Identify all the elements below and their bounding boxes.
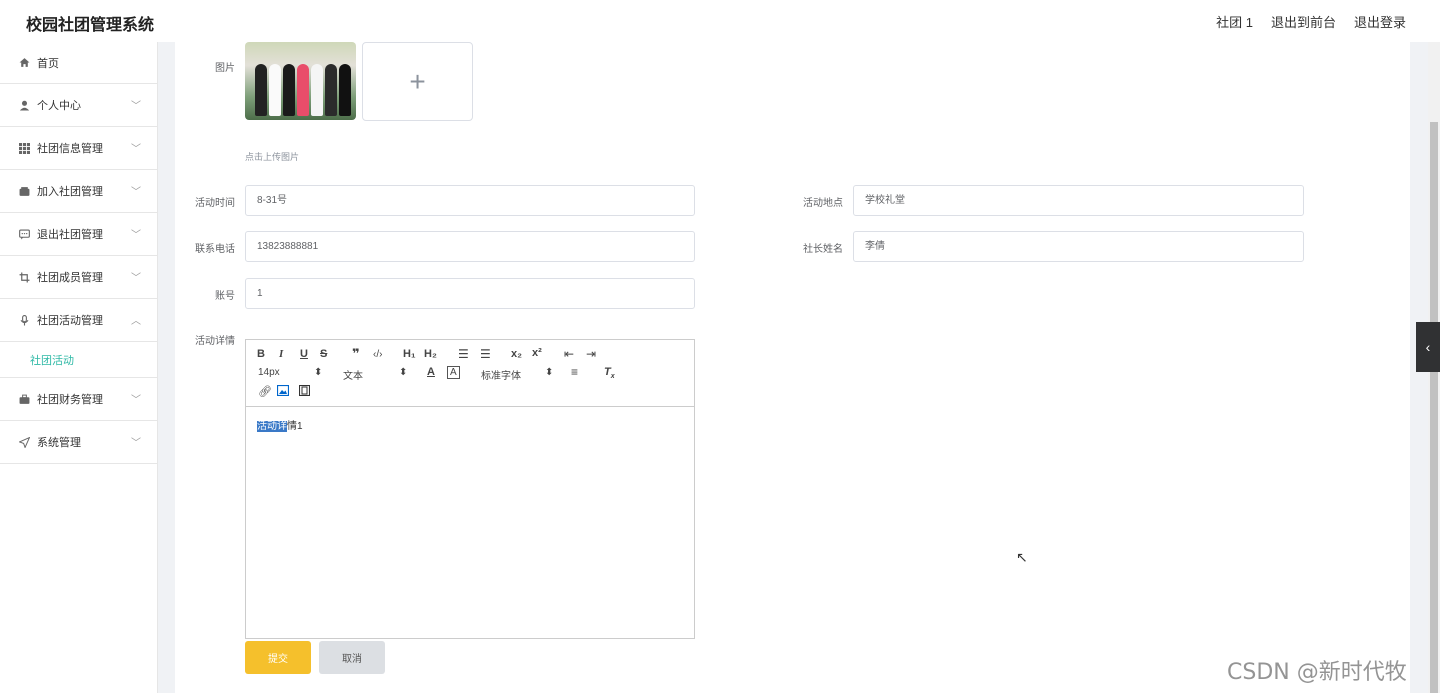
top-header: 校园社团管理系统 社团 1 退出到前台 退出登录	[0, 0, 1440, 42]
phone-input[interactable]: 13823888881	[245, 231, 695, 262]
time-label: 活动时间	[195, 198, 235, 209]
upload-image-button[interactable]: +	[362, 42, 473, 121]
chevron-down-icon: ﹀	[131, 230, 141, 241]
leader-label: 社长姓名	[803, 244, 843, 255]
sidebar-subitem-activity[interactable]: 社团活动	[0, 342, 157, 378]
sidebar-item-label: 社团信息管理	[37, 143, 103, 155]
home-icon	[18, 56, 31, 69]
leader-name-input[interactable]: 李倩	[853, 231, 1304, 262]
phone-label: 联系电话	[195, 244, 235, 255]
sidebar-item-club-info[interactable]: 社团信息管理 ﹀	[0, 127, 157, 170]
font-family-select[interactable]: 标准字体	[481, 367, 521, 382]
chevron-left-icon: ‹	[1425, 339, 1431, 355]
wallet-icon	[18, 185, 31, 198]
sidebar-item-label: 加入社团管理	[37, 186, 103, 198]
sidebar-item-finance[interactable]: 社团财务管理 ﹀	[0, 378, 157, 421]
watermark: CSDN @新时代牧	[1227, 660, 1407, 685]
h2-button[interactable]: H₂	[424, 348, 437, 360]
account-input[interactable]: 1	[245, 278, 695, 309]
selected-text: 活动详	[257, 421, 287, 432]
sidebar-item-members[interactable]: 社团成员管理 ﹀	[0, 256, 157, 299]
sidebar-item-join-club[interactable]: 加入社团管理 ﹀	[0, 170, 157, 213]
chevron-down-icon: ﹀	[131, 187, 141, 198]
detail-label: 活动详情	[195, 336, 235, 347]
sidebar-item-activities[interactable]: 社团活动管理 ︿	[0, 299, 157, 342]
rich-text-editor: B I U S ❞ ‹/› H₁ H₂ ☰ ☰ x₂ x² ⇤ ⇥ 14px ⬍…	[245, 339, 695, 639]
chevron-updown-icon: ⬍	[545, 367, 554, 378]
superscript-button[interactable]: x²	[532, 347, 542, 359]
sidebar-item-quit-club[interactable]: 退出社团管理 ﹀	[0, 213, 157, 256]
bold-button[interactable]: B	[257, 348, 265, 360]
chevron-down-icon: ﹀	[131, 144, 141, 155]
submit-button[interactable]: 提交	[245, 641, 311, 674]
subscript-button[interactable]: x₂	[511, 348, 522, 360]
activity-location-input[interactable]: 学校礼堂	[853, 185, 1304, 216]
grid-icon	[18, 142, 31, 155]
heading-select[interactable]: 文本	[343, 367, 363, 382]
activity-time-input[interactable]: 8-31号	[245, 185, 695, 216]
plus-icon: +	[409, 65, 426, 97]
chevron-updown-icon: ⬍	[399, 367, 408, 378]
image-label: 图片	[215, 63, 235, 74]
current-user-link[interactable]: 社团 1	[1216, 12, 1253, 31]
account-label: 账号	[215, 291, 235, 302]
chevron-down-icon: ﹀	[131, 101, 141, 112]
sidebar-item-label: 系统管理	[37, 437, 81, 449]
activity-photo-thumbnail[interactable]	[245, 42, 356, 120]
app-title: 校园社团管理系统	[26, 17, 155, 34]
font-size-select[interactable]: 14px	[258, 367, 280, 378]
send-icon	[18, 436, 31, 449]
image-insert-icon[interactable]	[276, 384, 290, 399]
sidebar-item-system[interactable]: 系统管理 ﹀	[0, 421, 157, 464]
chevron-down-icon: ﹀	[131, 438, 141, 449]
strike-button[interactable]: S	[320, 348, 327, 360]
sidebar-item-label: 社团财务管理	[37, 394, 103, 406]
chevron-up-icon: ︿	[131, 316, 141, 327]
align-button[interactable]: ≡	[571, 365, 578, 379]
h1-button[interactable]: H₁	[403, 348, 416, 360]
link-icon[interactable]: 🔗︎	[258, 385, 272, 398]
text-color-button[interactable]: A	[427, 366, 435, 378]
crop-icon	[18, 271, 31, 284]
location-label: 活动地点	[803, 198, 843, 209]
bullet-list-button[interactable]: ☰	[480, 347, 491, 361]
underline-button[interactable]: U	[300, 348, 308, 360]
sidebar-item-label: 退出社团管理	[37, 229, 103, 241]
clear-format-button[interactable]: Tx	[604, 366, 615, 380]
indent-button[interactable]: ⇥	[586, 347, 596, 361]
video-insert-icon[interactable]	[298, 384, 311, 399]
background-color-button[interactable]: A	[447, 366, 460, 379]
chevron-down-icon: ﹀	[131, 395, 141, 406]
editor-toolbar: B I U S ❞ ‹/› H₁ H₂ ☰ ☰ x₂ x² ⇤ ⇥ 14px ⬍…	[246, 340, 694, 407]
sidebar: 首页 个人中心 ﹀ 社团信息管理 ﹀ 加入社团管理 ﹀ 退出社团管理 ﹀ 社团成…	[0, 42, 158, 693]
sidebar-item-personal[interactable]: 个人中心 ﹀	[0, 84, 157, 127]
scrollbar-thumb[interactable]	[1430, 122, 1438, 693]
activity-form-panel: 图片 + 点击上传图片 活动时间 8-31号 活动地点 学校礼堂 联系电话 13…	[175, 42, 1410, 693]
user-icon	[18, 99, 31, 112]
italic-button[interactable]: I	[279, 348, 283, 360]
header-links: 社团 1 退出到前台 退出登录	[1216, 12, 1406, 31]
code-button[interactable]: ‹/›	[373, 349, 382, 360]
sidebar-item-label: 个人中心	[37, 100, 81, 112]
back-to-frontend-link[interactable]: 退出到前台	[1271, 12, 1336, 31]
briefcase-icon	[18, 393, 31, 406]
editor-text: 情1	[287, 421, 303, 432]
sidebar-item-label: 社团成员管理	[37, 272, 103, 284]
ordered-list-button[interactable]: ☰	[458, 347, 469, 361]
mouse-cursor-icon: ↖	[1016, 549, 1028, 565]
collapse-panel-button[interactable]: ‹	[1416, 322, 1440, 372]
chat-icon	[18, 228, 31, 241]
outdent-button[interactable]: ⇤	[564, 347, 574, 361]
cancel-button[interactable]: 取消	[319, 641, 385, 674]
sidebar-item-label: 社团活动管理	[37, 315, 103, 327]
chevron-updown-icon: ⬍	[314, 367, 323, 378]
logout-link[interactable]: 退出登录	[1354, 12, 1406, 31]
editor-content[interactable]: 活动详情1	[246, 407, 694, 442]
microphone-icon	[18, 314, 31, 327]
blockquote-button[interactable]: ❞	[352, 346, 360, 362]
sidebar-item-label: 首页	[37, 57, 59, 70]
chevron-down-icon: ﹀	[131, 273, 141, 284]
sidebar-item-home[interactable]: 首页	[0, 42, 157, 84]
upload-hint: 点击上传图片	[245, 152, 300, 162]
